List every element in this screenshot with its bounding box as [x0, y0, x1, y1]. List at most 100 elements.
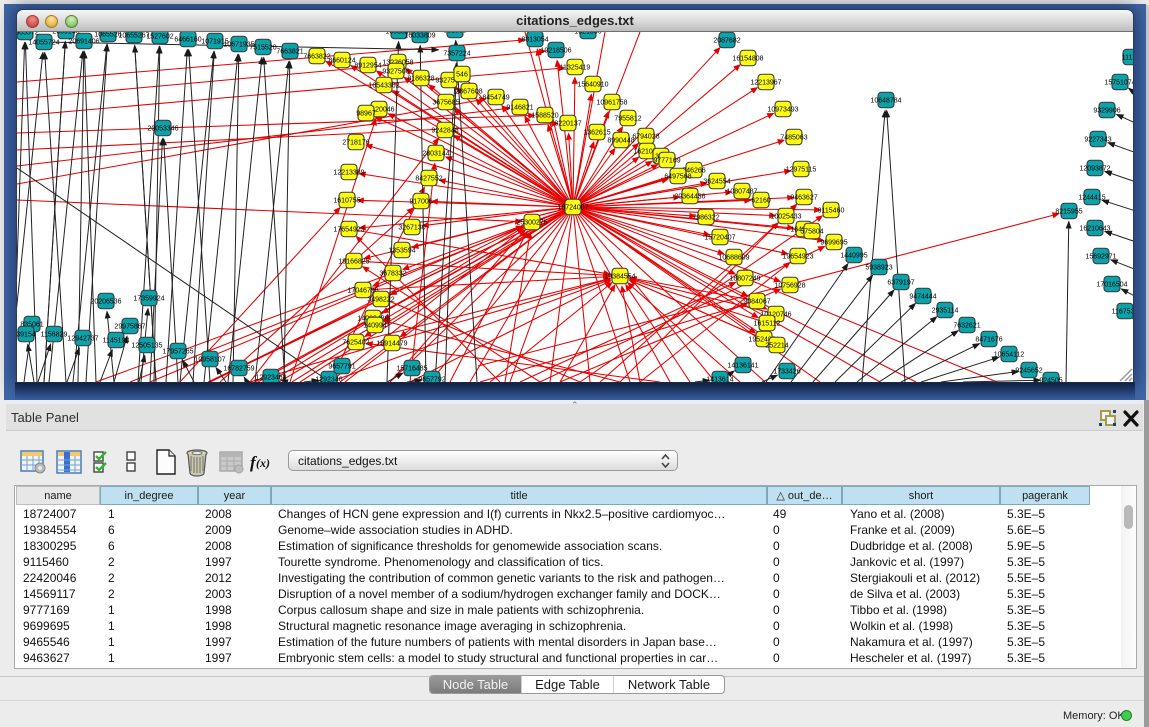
svg-text:7357224: 7357224: [443, 51, 470, 58]
svg-text:575804: 575804: [800, 229, 823, 236]
svg-text:12213389: 12213389: [333, 170, 364, 177]
svg-text:8990448: 8990448: [607, 138, 634, 145]
svg-text:8471676: 8471676: [975, 337, 1002, 344]
svg-text:924505: 924505: [1039, 378, 1062, 383]
svg-text:(x): (x): [256, 456, 270, 470]
svg-text:9329906: 9329906: [1093, 108, 1120, 115]
svg-text:39154: 39154: [17, 332, 36, 339]
svg-text:9463627: 9463627: [790, 195, 817, 202]
svg-text:10654112: 10654112: [994, 352, 1025, 359]
svg-text:10756928: 10756928: [774, 283, 805, 290]
svg-text:12505135: 12505135: [131, 343, 162, 350]
svg-text:9474444: 9474444: [909, 294, 936, 301]
svg-text:16210643: 16210643: [1079, 226, 1110, 233]
svg-text:20691406: 20691406: [68, 39, 99, 46]
svg-text:17016504: 17016504: [1096, 282, 1127, 289]
svg-text:14136141: 14136141: [727, 363, 758, 370]
svg-text:8186328: 8186328: [407, 76, 434, 83]
svg-text:19654923: 19654923: [782, 254, 813, 261]
svg-text:9115460: 9115460: [818, 208, 845, 215]
svg-text:2069140: 2069140: [52, 32, 79, 36]
svg-text:2935114: 2935114: [932, 308, 959, 315]
svg-text:16033809: 16033809: [404, 33, 435, 40]
svg-text:10648784: 10648784: [870, 98, 901, 105]
svg-text:15751074: 15751074: [1104, 80, 1133, 87]
svg-text:12093872: 12093872: [1079, 166, 1110, 173]
svg-text:2087682: 2087682: [713, 38, 740, 45]
svg-text:7485063: 7485063: [780, 135, 807, 142]
svg-text:29975867: 29975867: [114, 324, 145, 331]
svg-text:9227343: 9227343: [1084, 137, 1111, 144]
svg-text:8427552: 8427552: [415, 176, 442, 183]
svg-text:3678332: 3678332: [379, 271, 406, 278]
svg-text:9657791: 9657791: [328, 364, 355, 371]
svg-text:252214: 252214: [765, 343, 788, 350]
svg-text:7955812: 7955812: [614, 116, 641, 123]
svg-text:19384554: 19384554: [604, 274, 635, 281]
svg-text:16914479: 16914479: [376, 341, 407, 348]
svg-text:9699695: 9699695: [820, 240, 847, 247]
svg-text:1292346: 1292346: [315, 377, 342, 383]
svg-text:17359924: 17359924: [133, 296, 164, 303]
svg-text:9327506: 9327506: [382, 69, 409, 76]
svg-text:3675685: 3675685: [432, 100, 459, 107]
svg-text:1362615: 1362615: [583, 130, 610, 137]
svg-text:10688609: 10688609: [718, 255, 749, 262]
svg-text:98967: 98967: [356, 111, 376, 118]
svg-text:15716485: 15716485: [396, 366, 427, 373]
svg-text:3267130: 3267130: [398, 225, 425, 232]
svg-text:1440995: 1440995: [840, 253, 867, 260]
svg-text:3498222: 3498222: [367, 297, 394, 304]
svg-text:12975115: 12975115: [786, 167, 817, 174]
svg-text:8912954: 8912954: [354, 63, 381, 70]
svg-text:12942737: 12942737: [67, 336, 98, 343]
svg-text:10543362: 10543362: [368, 83, 399, 90]
svg-text:1588520: 1588520: [531, 113, 558, 120]
svg-text:6794028: 6794028: [632, 134, 659, 141]
svg-text:7515520: 7515520: [249, 45, 276, 52]
svg-text:10655267: 10655267: [118, 33, 149, 40]
svg-text:1605572: 1605572: [17, 32, 39, 37]
svg-text:9146821: 9146821: [506, 105, 533, 112]
svg-text:17654923: 17654923: [333, 227, 364, 234]
svg-text:25300275: 25300275: [516, 220, 547, 227]
svg-text:62160: 62160: [751, 198, 771, 205]
svg-text:1527602: 1527602: [146, 34, 173, 41]
svg-text:2718176: 2718176: [342, 140, 369, 147]
svg-text:7663821: 7663821: [276, 49, 303, 56]
svg-text:7663822: 7663822: [303, 54, 330, 61]
svg-text:7625402: 7625402: [342, 340, 369, 347]
svg-text:8813054: 8813054: [521, 37, 548, 44]
svg-text:10973493: 10973493: [767, 107, 798, 114]
svg-text:6466160: 6466160: [174, 37, 201, 44]
svg-text:20053346: 20053346: [147, 126, 178, 133]
svg-text:10958107: 10958107: [194, 357, 225, 364]
svg-text:1167533: 1167533: [1112, 309, 1133, 316]
svg-text:16782759: 16782759: [223, 366, 254, 373]
svg-text:3624554: 3624554: [703, 179, 730, 186]
svg-text:9657792: 9657792: [418, 377, 445, 383]
svg-text:1413614: 1413614: [706, 377, 733, 383]
svg-text:1733426: 1733426: [773, 369, 800, 376]
svg-text:16154808: 16154808: [732, 56, 763, 63]
svg-text:14055724: 14055724: [28, 40, 59, 47]
svg-text:18807249: 18807249: [729, 276, 760, 283]
svg-text:2803144: 2803144: [422, 151, 449, 158]
svg-text:9242848: 9242848: [431, 128, 458, 135]
svg-text:1145194: 1145194: [103, 338, 130, 345]
svg-text:1353594: 1353594: [388, 248, 415, 255]
svg-text:7986322: 7986322: [692, 215, 719, 222]
svg-text:15692971: 15692971: [1085, 254, 1116, 261]
svg-text:8215955: 8215955: [1055, 209, 1082, 216]
svg-text:8660124: 8660124: [328, 58, 355, 65]
svg-text:5938923: 5938923: [865, 265, 892, 272]
svg-text:17957265: 17957265: [162, 349, 193, 356]
svg-text:140994: 140994: [363, 323, 386, 330]
svg-text:6379197: 6379197: [887, 280, 914, 287]
svg-text:9777169: 9777169: [653, 158, 680, 165]
svg-text:19218506: 19218506: [540, 48, 571, 55]
svg-text:18724007: 18724007: [557, 205, 588, 212]
svg-text:15640910: 15640910: [577, 82, 608, 89]
svg-text:881305: 881305: [443, 32, 466, 35]
svg-text:19166825: 19166825: [338, 259, 369, 266]
